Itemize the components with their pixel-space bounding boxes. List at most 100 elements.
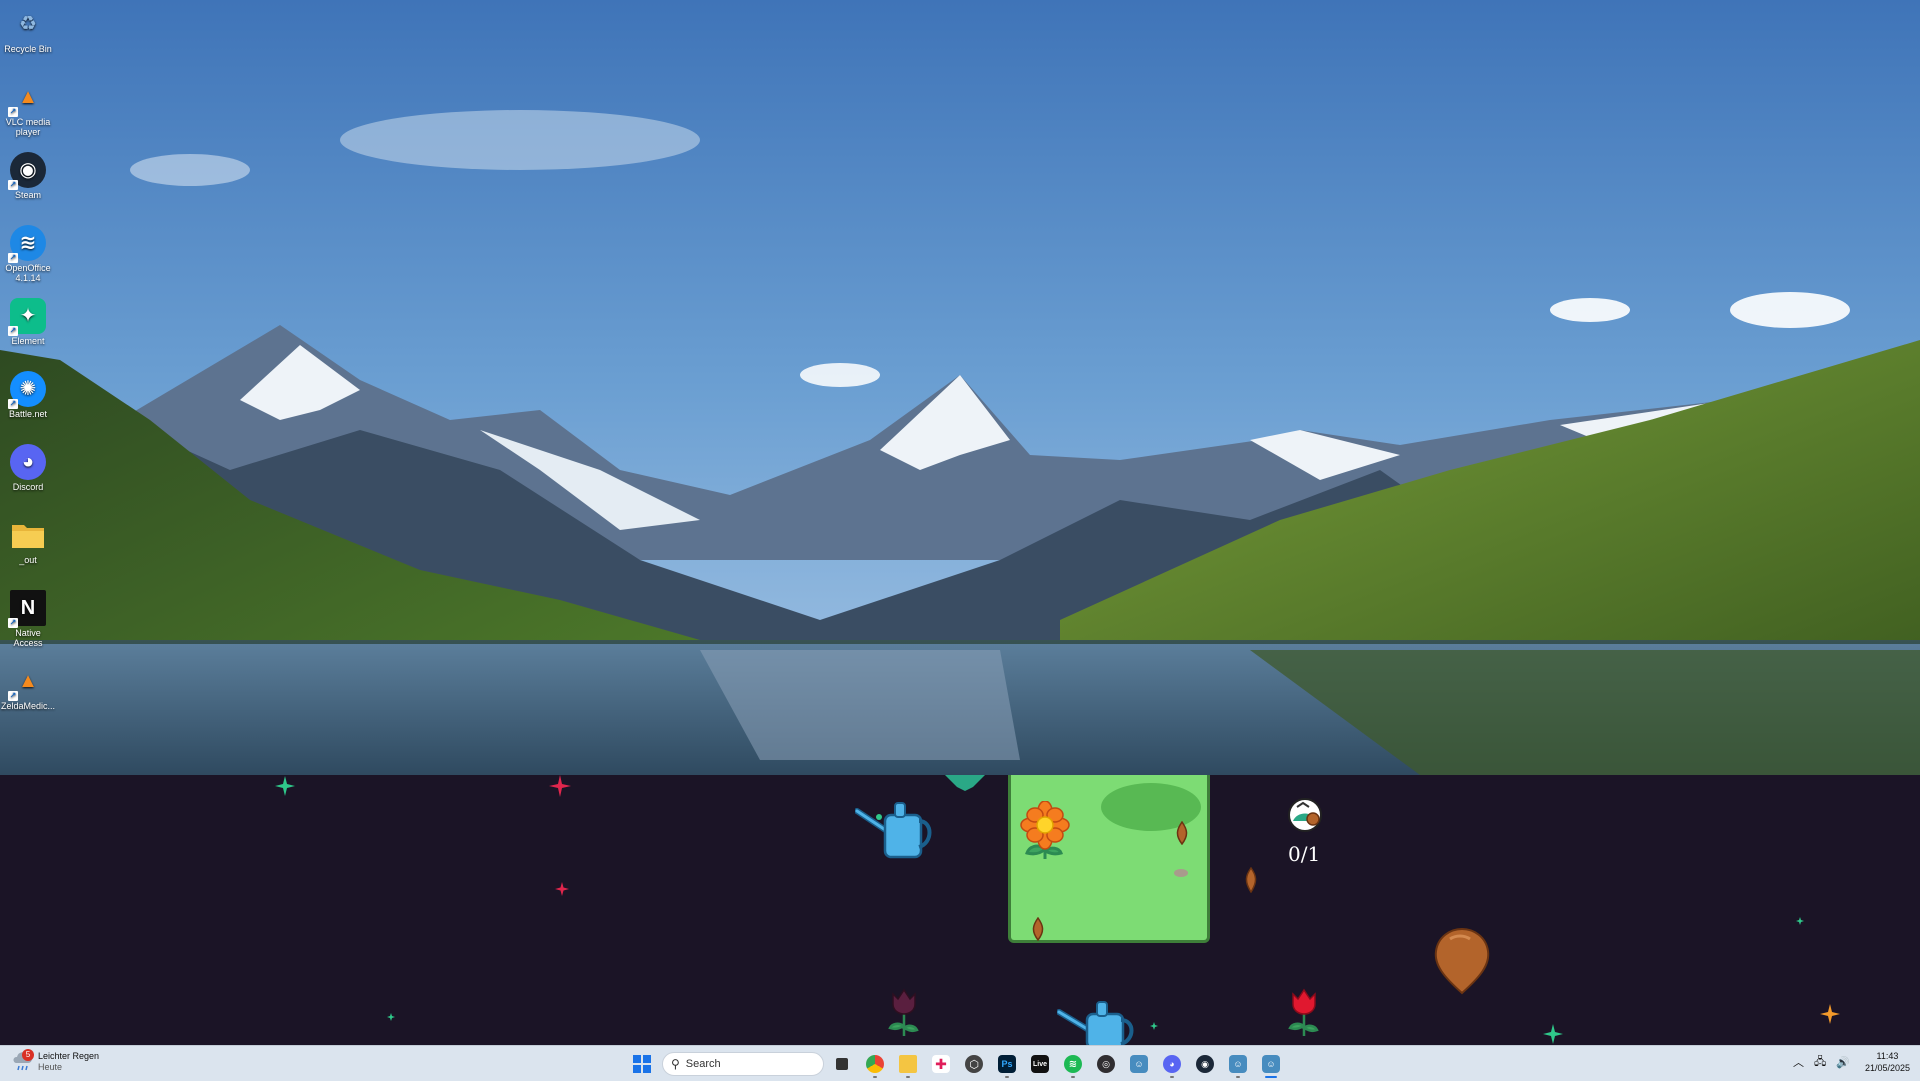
seed-icon[interactable] [1242,867,1260,893]
taskbar-app-discord[interactable]: ◕ [1157,1049,1187,1079]
desktop-icon-zeldamedic[interactable]: ▲ ↗ ZeldaMedic... [0,659,56,711]
godot-icon: ☺ [1229,1055,1247,1073]
desktop-icon-label: Battle.net [8,409,48,419]
taskbar-app-file-explorer[interactable] [893,1049,923,1079]
seed-icon[interactable] [1173,821,1191,845]
sparkle-icon [275,776,295,796]
shortcut-arrow-icon: ↗ [8,180,18,190]
desktop-icon-element[interactable]: ✦ ↗ Element [0,294,56,346]
clock-time: 11:43 [1876,1051,1899,1061]
chrome-icon [866,1055,884,1073]
native-access-icon: N ↗ [8,590,46,628]
start-button[interactable] [628,1050,656,1078]
desktop-icon-label: Native Access [13,628,43,648]
desktop-icon-native-access[interactable]: N ↗ Native Access [0,586,56,648]
live-icon: Live [1031,1055,1049,1073]
clock-date: 21/05/2025 [1864,1063,1910,1073]
taskbar-app-godot-editor[interactable]: ☺ [1223,1049,1253,1079]
desktop-icon-battlenet[interactable]: ✺ ↗ Battle.net [0,367,56,419]
desktop-icon-label: Steam [14,190,41,200]
chevron-up-icon[interactable]: ︿ [1793,1054,1804,1070]
slack-icon: ✚ [932,1055,950,1073]
system-tray: ︿ 🖧 🔊 11:43 21/05/2025 [1788,1050,1910,1074]
taskbar-app-taskview[interactable] [827,1049,857,1079]
recycle-bin-icon: ♻ [19,13,37,35]
shortcut-arrow-icon: ↗ [8,399,18,409]
battlenet-icon: ✺ ↗ [8,371,46,409]
desktop-icon-label: Recycle Bin [4,44,52,54]
volume-icon[interactable]: 🔊 [1836,1056,1850,1069]
bush-sprite [945,775,985,791]
taskbar-app-spotify[interactable]: ≋ [1058,1049,1088,1079]
taskbar-app-steam[interactable]: ◉ [1190,1049,1220,1079]
watering-can-icon[interactable] [855,797,935,865]
game-window[interactable] [0,775,1920,1045]
shortcut-arrow-icon: ↗ [8,107,18,117]
sparkle-icon [549,775,571,797]
seed-counter: 0/1 [1288,842,1321,866]
search-placeholder: Search [685,1058,721,1070]
sparkle-icon [555,882,569,896]
openoffice-icon: ≋ ↗ [8,225,46,263]
desktop-icon-openoffice[interactable]: ≋ ↗ OpenOffice 4.1.14 [0,221,56,283]
taskbar-center: ⚲ Search ✚ ⬡ Ps Live ≋ ◎ ☺ ◕ ◉ ☺ ☺ [628,1049,1286,1079]
seed-icon[interactable] [1029,917,1047,941]
element-icon: ✦ ↗ [8,298,46,336]
taskbar-app-unity[interactable]: ⬡ [959,1049,989,1079]
sparkle-icon [1820,1004,1840,1024]
orange-flower-icon[interactable] [1015,801,1075,863]
obs-icon: ◎ [1097,1055,1115,1073]
desktop-icon-vlc[interactable]: ▲ ↗ VLC media player [0,75,56,137]
shortcut-arrow-icon: ↗ [8,618,18,628]
garden-plot[interactable] [1008,775,1210,943]
sparkle-icon [387,1013,395,1021]
taskbar-app-ableton-live[interactable]: Live [1025,1049,1055,1079]
taskbar-app-slack[interactable]: ✚ [926,1049,956,1079]
folder-icon [10,517,46,553]
godot-game-icon: ☺ [1262,1055,1280,1073]
desktop-icon-label: VLC media player [5,117,51,137]
desktop-icon-folder-out[interactable]: _out [0,513,56,565]
taskbar-app-chrome[interactable] [860,1049,890,1079]
sparkle-icon [1543,1024,1563,1044]
vlc-icon: ▲ ↗ [8,86,38,117]
rain-cloud-icon: 5 [12,1049,34,1073]
desktop-icon-label: OpenOffice 4.1.14 [5,263,51,283]
steam-icon: ◉ [1196,1055,1214,1073]
seed-bag-icon [1288,798,1322,832]
steam-icon: ◉ ↗ [8,152,46,190]
network-icon[interactable]: 🖧 [1814,1053,1826,1072]
desktop-icon-discord[interactable]: ◕ Discord [0,440,56,492]
taskbar-search[interactable]: ⚲ Search [662,1052,824,1076]
shortcut-arrow-icon: ↗ [8,326,18,336]
watering-can-icon[interactable] [1057,998,1137,1045]
unity-icon: ⬡ [965,1055,983,1073]
desktop-icon-label: Discord [12,482,44,492]
weather-widget[interactable]: 5 Leichter Regen Heute [12,1049,100,1073]
notification-badge: 5 [22,1049,34,1061]
taskbar-app-photoshop[interactable]: Ps [992,1049,1022,1079]
taskbar-app-godot[interactable]: ☺ [1124,1049,1154,1079]
desktop-icon-recycle-bin[interactable]: ♻ Recycle Bin [0,2,56,54]
red-tulip-icon[interactable] [1287,988,1321,1038]
taskbar-app-obs[interactable]: ◎ [1091,1049,1121,1079]
sparkle-icon [1796,917,1804,925]
taskview-icon [836,1058,848,1070]
taskbar: 5 Leichter Regen Heute ⚲ Search ✚ ⬡ Ps L… [0,1045,1920,1081]
file-explorer-icon [899,1055,917,1073]
godot-icon: ☺ [1130,1055,1148,1073]
desktop-icon-label: _out [19,555,37,565]
large-seed-icon[interactable] [1432,927,1492,995]
shortcut-arrow-icon: ↗ [8,253,18,263]
discord-icon: ◕ [10,444,46,480]
taskbar-app-godot-game[interactable]: ☺ [1256,1049,1286,1079]
desktop-icon-label: ZeldaMedic... [0,701,56,711]
desktop-icon-label: Element [11,336,45,346]
taskbar-clock[interactable]: 11:43 21/05/2025 [1865,1050,1910,1074]
weather-title: Leichter Regen [38,1051,100,1061]
purple-tulip-icon[interactable] [887,988,921,1038]
spotify-icon: ≋ [1064,1055,1082,1073]
desktop-icon-steam[interactable]: ◉ ↗ Steam [0,148,56,200]
vlc-icon: ▲ ↗ [8,670,38,701]
search-icon: ⚲ [671,1057,680,1071]
